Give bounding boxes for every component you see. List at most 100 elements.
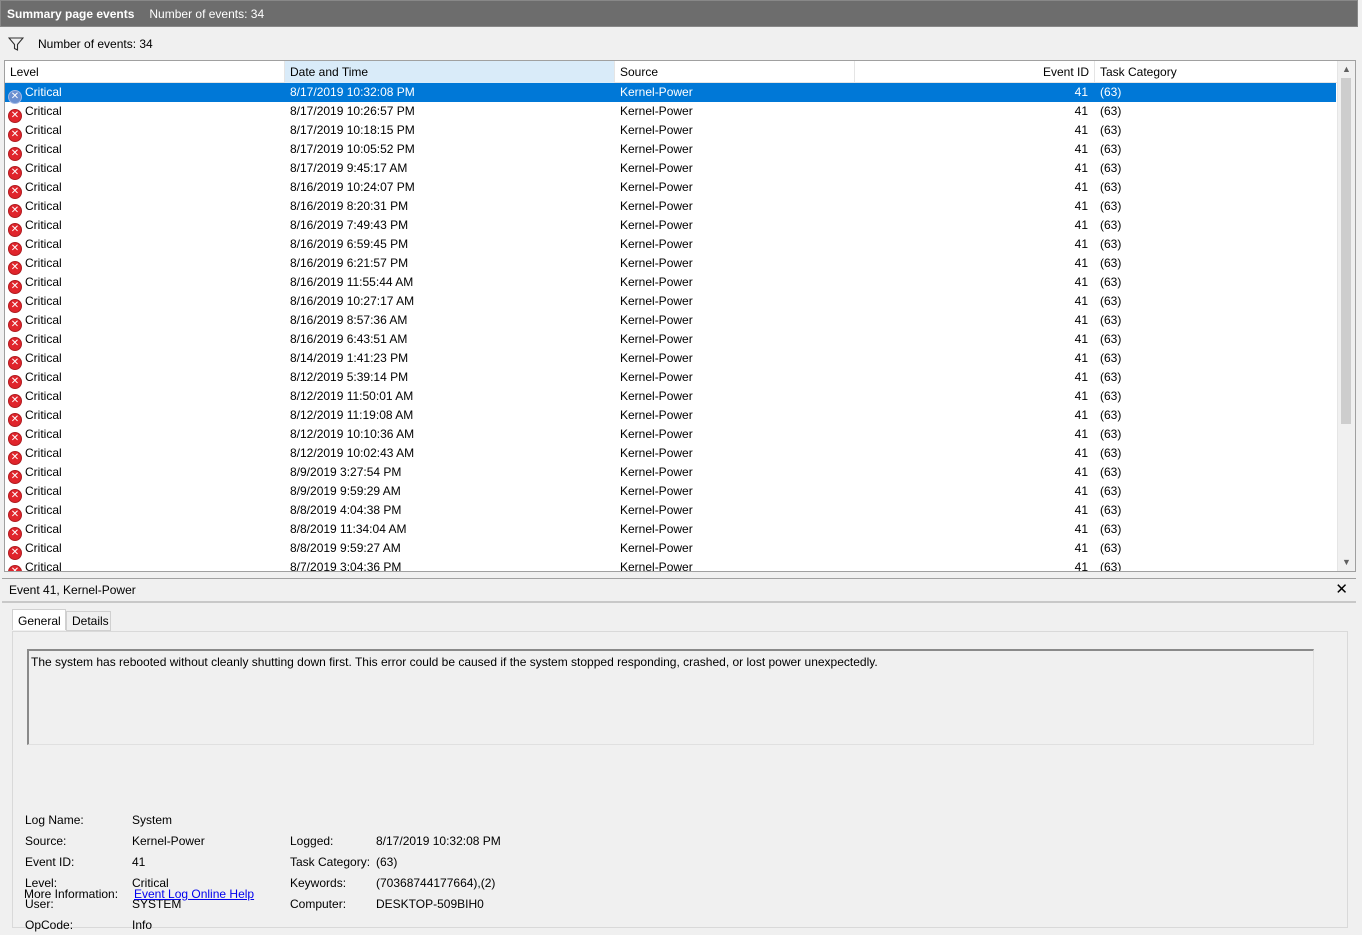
task-category-cell: (63) (1100, 256, 1122, 270)
level-text: Critical (25, 446, 62, 460)
source-cell: Kernel-Power (620, 560, 693, 572)
table-row[interactable]: ✕ Critical 8/12/2019 10:10:36 AM Kernel-Pow… (5, 425, 1336, 446)
table-row[interactable]: ✕ Critical 8/12/2019 5:39:14 PM Kernel-Powe… (5, 368, 1336, 389)
table-row[interactable]: ✕ Critical 8/16/2019 6:21:57 PM Kernel-Powe… (5, 254, 1336, 275)
tab-details[interactable]: Details (66, 611, 111, 631)
detail-header: Event 41, Kernel-Power ✕ (2, 579, 1356, 603)
source-cell: Kernel-Power (620, 294, 693, 308)
level-cell: ✕ Critical (8, 539, 278, 560)
source-cell: Kernel-Power (620, 313, 693, 327)
level-cell: ✕ Critical (8, 501, 278, 522)
keywords-label: Keywords: (290, 876, 347, 890)
title-bar-title: Summary page events (7, 6, 135, 21)
event-description-box[interactable]: The system has rebooted without cleanly … (27, 649, 1314, 745)
table-row[interactable]: ✕ Critical 8/17/2019 10:26:57 PM Kernel-Pow… (5, 102, 1336, 123)
task-category-cell: (63) (1100, 85, 1122, 99)
table-row[interactable]: ✕ Critical 8/12/2019 11:50:01 AM Kernel-Pow… (5, 387, 1336, 408)
column-header-task-category[interactable]: Task Category (1095, 61, 1338, 83)
events-table[interactable]: Level Date and Time Source Event ID Task… (4, 60, 1356, 572)
level-text: Critical (25, 351, 62, 365)
table-row[interactable]: ✕ Critical 8/16/2019 6:59:45 PM Kernel-Powe… (5, 235, 1336, 256)
level-cell: ✕ Critical (8, 558, 278, 572)
column-header-event-id[interactable]: Event ID (855, 61, 1095, 83)
log-name-label: Log Name: (25, 813, 84, 827)
date-cell: 8/7/2019 3:04:36 PM (290, 560, 402, 572)
level-text: Critical (25, 465, 62, 479)
logged-value: 8/17/2019 10:32:08 PM (376, 834, 501, 848)
level-text: Critical (25, 142, 62, 156)
level-text: Critical (25, 199, 62, 213)
task-category-cell: (63) (1100, 161, 1122, 175)
level-text: Critical (25, 275, 62, 289)
task-category-cell: (63) (1100, 237, 1122, 251)
column-header-date[interactable]: Date and Time (285, 61, 615, 83)
source-cell: Kernel-Power (620, 142, 693, 156)
table-row[interactable]: ✕ Critical 8/12/2019 10:02:43 AM Kernel-Pow… (5, 444, 1336, 465)
table-row[interactable]: ✕ Critical 8/16/2019 8:20:31 PM Kernel-Powe… (5, 197, 1336, 218)
source-cell: Kernel-Power (620, 237, 693, 251)
task-category-cell: (63) (1100, 503, 1122, 517)
table-row[interactable]: ✕ Critical 8/16/2019 11:55:44 AM Kernel-Pow… (5, 273, 1336, 294)
task-category-cell: (63) (1100, 142, 1122, 156)
column-header-level[interactable]: Level (5, 61, 285, 83)
table-row[interactable]: ✕ Critical 8/12/2019 11:19:08 AM Kernel-Pow… (5, 406, 1336, 427)
table-row[interactable]: ✕ Critical 8/9/2019 9:59:29 AM Kernel-Power… (5, 482, 1336, 503)
level-text: Critical (25, 560, 62, 572)
source-cell: Kernel-Power (620, 218, 693, 232)
table-row[interactable]: ✕ Critical 8/17/2019 10:05:52 PM Kernel-Pow… (5, 140, 1336, 161)
event-id-cell: 41 (1074, 370, 1088, 384)
level-text: Critical (25, 389, 62, 403)
column-header-source[interactable]: Source (615, 61, 855, 83)
date-cell: 8/16/2019 10:24:07 PM (290, 180, 415, 194)
scroll-up-arrow-icon[interactable]: ▲ (1338, 61, 1355, 78)
table-row[interactable]: ✕ Critical 8/17/2019 10:32:08 PM Kernel-Pow… (5, 83, 1336, 104)
log-name-value: System (132, 813, 173, 827)
opcode-value: Info (132, 918, 153, 932)
table-row[interactable]: ✕ Critical 8/8/2019 4:04:38 PM Kernel-Power… (5, 501, 1336, 522)
level-text: Critical (25, 237, 62, 251)
table-row[interactable]: ✕ Critical 8/16/2019 10:24:07 PM Kernel-Pow… (5, 178, 1336, 199)
task-category-cell: (63) (1100, 465, 1122, 479)
task-category-cell: (63) (1100, 332, 1122, 346)
computer-value: DESKTOP-509BIH0 (376, 897, 484, 911)
table-row[interactable]: ✕ Critical 8/16/2019 10:27:17 AM Kernel-Pow… (5, 292, 1336, 313)
task-category-cell: (63) (1100, 560, 1122, 572)
event-log-help-link[interactable]: Event Log Online Help (134, 884, 254, 904)
table-row[interactable]: ✕ Critical 8/14/2019 1:41:23 PM Kernel-Powe… (5, 349, 1336, 370)
level-cell: ✕ Critical (8, 368, 278, 389)
scrollbar-thumb[interactable] (1341, 78, 1351, 424)
table-row[interactable]: ✕ Critical 8/16/2019 6:43:51 AM Kernel-Powe… (5, 330, 1336, 351)
table-row[interactable]: ✕ Critical 8/17/2019 9:45:17 AM Kernel-Powe… (5, 159, 1336, 180)
close-icon[interactable]: ✕ (1335, 579, 1348, 601)
level-text: Critical (25, 332, 62, 346)
table-row[interactable]: ✕ Critical 8/16/2019 8:57:36 AM Kernel-Powe… (5, 311, 1336, 332)
vertical-scrollbar[interactable]: ▲ ▼ (1337, 61, 1355, 571)
level-cell: ✕ Critical (8, 387, 278, 408)
level-cell: ✕ Critical (8, 235, 278, 256)
event-id-cell: 41 (1074, 275, 1088, 289)
table-row[interactable]: ✕ Critical 8/8/2019 9:59:27 AM Kernel-Power… (5, 539, 1336, 560)
table-row[interactable]: ✕ Critical 8/17/2019 10:18:15 PM Kernel-Pow… (5, 121, 1336, 142)
level-cell: ✕ Critical (8, 444, 278, 465)
source-cell: Kernel-Power (620, 541, 693, 555)
table-row[interactable]: ✕ Critical 8/9/2019 3:27:54 PM Kernel-Power… (5, 463, 1336, 484)
date-cell: 8/16/2019 10:27:17 AM (290, 294, 415, 308)
level-cell: ✕ Critical (8, 216, 278, 237)
table-row[interactable]: ✕ Critical 8/7/2019 3:04:36 PM Kernel-Power… (5, 558, 1336, 572)
level-cell: ✕ Critical (8, 178, 278, 199)
date-cell: 8/17/2019 10:05:52 PM (290, 142, 415, 156)
filter-icon[interactable] (8, 36, 24, 52)
level-text: Critical (25, 294, 62, 308)
task-category-cell: (63) (1100, 123, 1122, 137)
date-cell: 8/12/2019 10:02:43 AM (290, 446, 415, 460)
tab-general[interactable]: General (12, 609, 66, 630)
critical-error-icon: ✕ (8, 565, 22, 571)
logged-label: Logged: (290, 834, 334, 848)
table-row[interactable]: ✕ Critical 8/16/2019 7:49:43 PM Kernel-Powe… (5, 216, 1336, 237)
level-cell: ✕ Critical (8, 406, 278, 427)
date-cell: 8/16/2019 6:59:45 PM (290, 237, 409, 251)
level-cell: ✕ Critical (8, 311, 278, 332)
scroll-down-arrow-icon[interactable]: ▼ (1338, 554, 1355, 571)
event-detail-pane: Event 41, Kernel-Power ✕ General Details… (2, 578, 1356, 932)
table-row[interactable]: ✕ Critical 8/8/2019 11:34:04 AM Kernel-Powe… (5, 520, 1336, 541)
